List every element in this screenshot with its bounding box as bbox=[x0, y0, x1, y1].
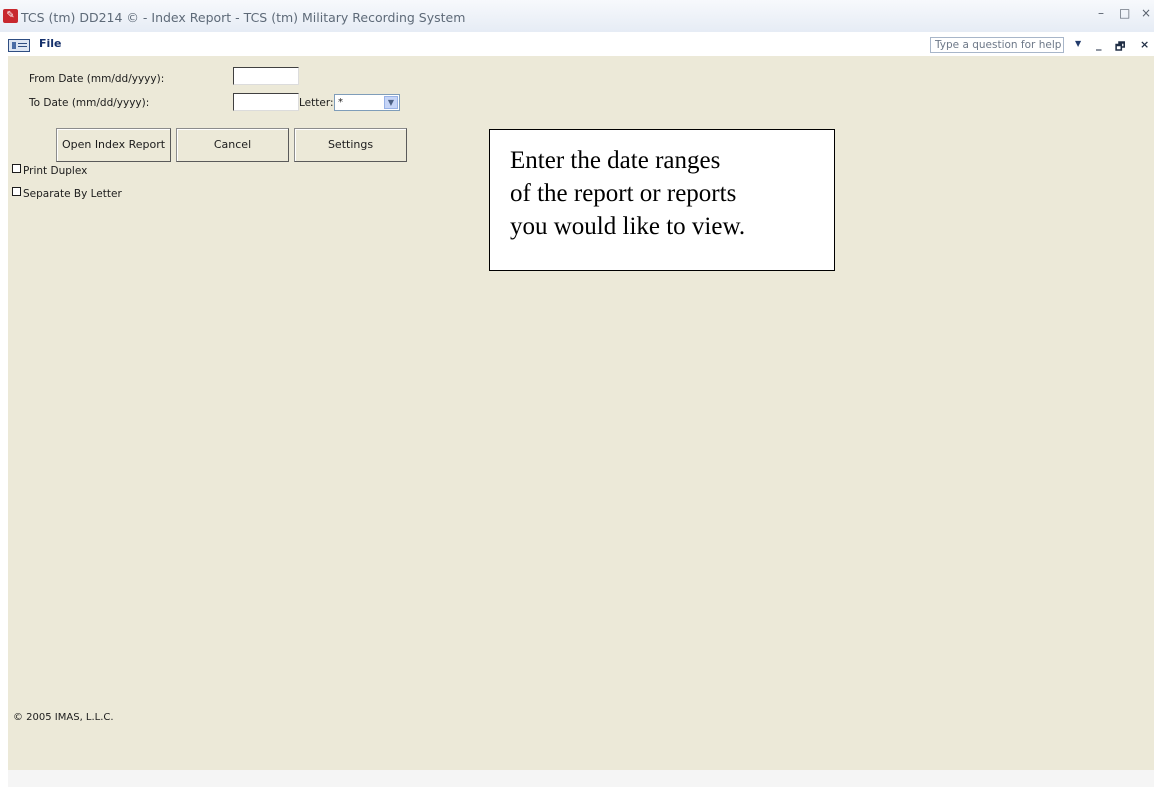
help-search-input[interactable]: Type a question for help bbox=[930, 37, 1064, 53]
minimize-button[interactable]: – bbox=[1098, 6, 1104, 20]
settings-button[interactable]: Settings bbox=[294, 128, 407, 162]
print-duplex-checkbox[interactable] bbox=[12, 164, 21, 173]
menu-file[interactable]: File bbox=[39, 37, 62, 50]
separate-by-letter-checkbox[interactable] bbox=[12, 187, 21, 196]
mdi-restore-button[interactable]: 🗗 bbox=[1115, 38, 1125, 57]
chevron-down-icon[interactable]: ▼ bbox=[384, 96, 398, 109]
maximize-button[interactable]: □ bbox=[1119, 6, 1130, 20]
menu-bar: File Type a question for help ▼ _ 🗗 × bbox=[0, 32, 1154, 56]
print-duplex-label-text: Print Duplex bbox=[23, 165, 88, 177]
mdi-minimize-button[interactable]: _ bbox=[1096, 38, 1102, 51]
callout-line: you would like to view. bbox=[510, 213, 746, 240]
open-index-report-button[interactable]: Open Index Report bbox=[56, 128, 171, 162]
callout-line: of the report or reports bbox=[510, 180, 737, 207]
instruction-callout: Enter the date ranges of the report or r… bbox=[489, 129, 835, 271]
separate-by-letter-label: Separate By Letter bbox=[23, 188, 122, 200]
to-date-label: To Date (mm/dd/yyyy): bbox=[29, 97, 150, 109]
letter-label: Letter: bbox=[299, 97, 334, 109]
form-menu-icon[interactable] bbox=[8, 39, 30, 52]
close-button[interactable]: × bbox=[1141, 6, 1151, 20]
window-title: TCS (tm) DD214 © - Index Report - TCS (t… bbox=[21, 10, 466, 25]
letter-select-value: * bbox=[338, 97, 343, 108]
mdi-close-button[interactable]: × bbox=[1140, 38, 1149, 51]
app-icon[interactable]: ✎ bbox=[3, 9, 18, 23]
status-strip bbox=[8, 770, 1154, 787]
from-date-label: From Date (mm/dd/yyyy): bbox=[29, 73, 165, 85]
from-date-field[interactable] bbox=[233, 67, 299, 85]
chevron-down-icon[interactable]: ▼ bbox=[1075, 39, 1081, 48]
callout-line: Enter the date ranges bbox=[510, 147, 721, 174]
title-bar: ✎ TCS (tm) DD214 © - Index Report - TCS … bbox=[0, 0, 1154, 32]
copyright-text: © 2005 IMAS, L.L.C. bbox=[13, 712, 114, 723]
to-date-field[interactable] bbox=[233, 93, 299, 111]
letter-select[interactable]: * ▼ bbox=[334, 94, 400, 111]
cancel-button[interactable]: Cancel bbox=[176, 128, 289, 162]
